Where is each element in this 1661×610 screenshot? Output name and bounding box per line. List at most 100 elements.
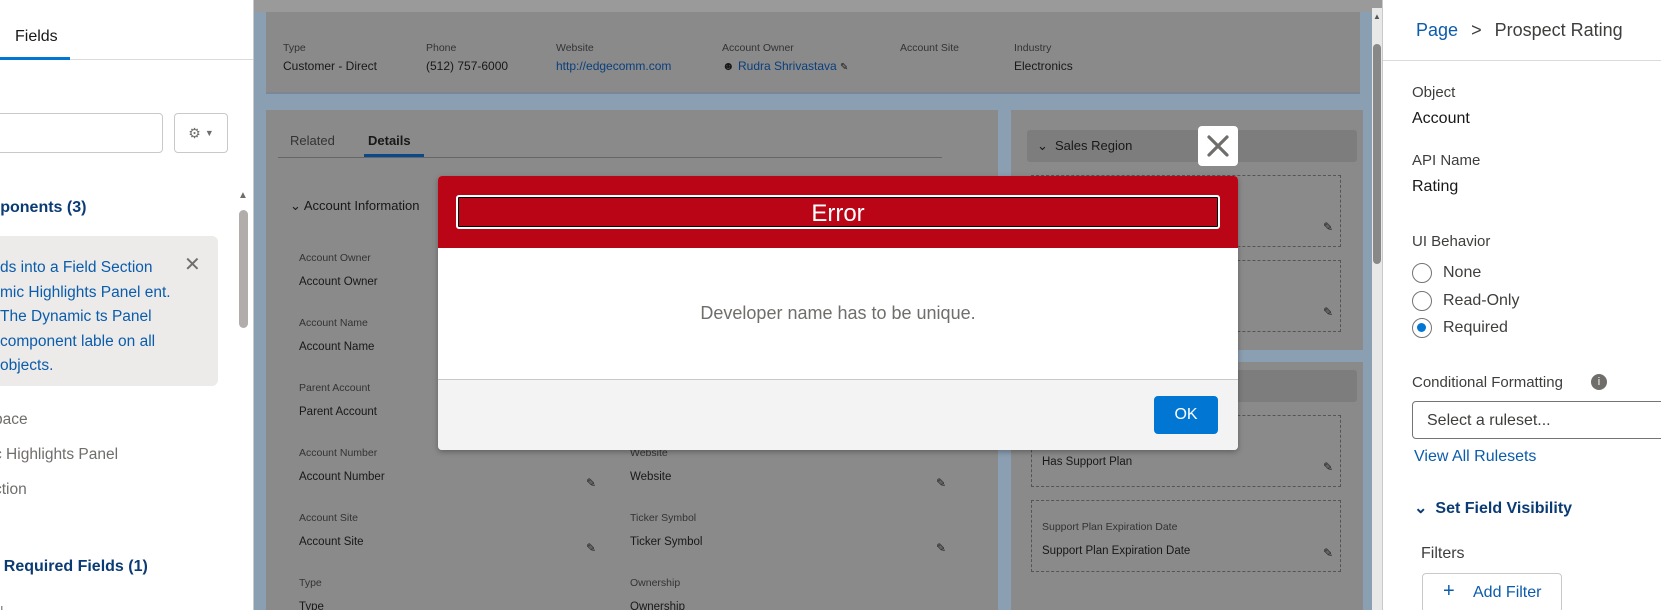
add-filter-button[interactable]: + Add Filter bbox=[1422, 573, 1562, 610]
pencil-icon[interactable]: ✎ bbox=[936, 476, 946, 490]
field-account-owner[interactable]: Account Owner Account Owner bbox=[299, 252, 378, 288]
section-sales-region[interactable]: ⌄ Sales Region bbox=[1027, 130, 1357, 162]
pencil-icon[interactable]: ✎ bbox=[586, 541, 596, 555]
component-item-4[interactable]: N bbox=[0, 603, 3, 610]
user-avatar-icon: ☻ bbox=[722, 59, 735, 73]
radio-read-only[interactable] bbox=[1412, 291, 1432, 311]
breadcrumb-separator: > bbox=[1471, 20, 1482, 40]
radio-none-label[interactable]: None bbox=[1443, 264, 1481, 282]
modal-close-button[interactable] bbox=[1198, 126, 1238, 166]
conditional-formatting-label: Conditional Formatting bbox=[1412, 374, 1563, 391]
canvas-scrollbar-thumb[interactable] bbox=[1373, 44, 1381, 264]
chevron-down-icon: ⌄ bbox=[290, 198, 301, 213]
chevron-down-icon: ⌄ bbox=[1037, 138, 1048, 153]
divider bbox=[1383, 60, 1661, 61]
object-value: Account bbox=[1412, 110, 1470, 127]
breadcrumb-current: Prospect Rating bbox=[1494, 20, 1623, 40]
field-account-site[interactable]: Account Site Account Site bbox=[299, 512, 364, 548]
modal-footer: OK bbox=[438, 380, 1238, 450]
component-item-2[interactable]: c Highlights Panel bbox=[0, 446, 118, 464]
highlight-label: Website bbox=[556, 42, 594, 54]
highlight-value: Electronics bbox=[1014, 59, 1073, 73]
radio-required[interactable] bbox=[1412, 318, 1432, 338]
set-field-visibility-toggle[interactable]: ⌄ Set Field Visibility bbox=[1414, 498, 1572, 518]
change-owner-icon[interactable]: ✎ bbox=[840, 62, 848, 73]
section-account-information[interactable]: ⌄ Account Information bbox=[290, 198, 419, 214]
highlight-label: Account Site bbox=[900, 42, 959, 54]
highlight-field: Type Customer - Direct bbox=[283, 42, 377, 73]
view-all-rulesets-link[interactable]: View All Rulesets bbox=[1414, 448, 1536, 466]
radio-none[interactable] bbox=[1412, 263, 1432, 283]
pencil-icon[interactable]: ✎ bbox=[586, 476, 596, 490]
field-type[interactable]: Type Type bbox=[299, 577, 324, 610]
section-title: Sales Region bbox=[1055, 138, 1133, 153]
website-link[interactable]: http://edgecomm.com bbox=[556, 59, 671, 73]
highlight-field: Account Owner ☻ Rudra Shrivastava ✎ bbox=[722, 42, 848, 73]
pencil-icon[interactable]: ✎ bbox=[1323, 460, 1333, 474]
highlight-field: Phone (512) 757-6000 bbox=[426, 42, 508, 73]
field-ticker-symbol[interactable]: Ticker Symbol Ticker Symbol bbox=[630, 512, 702, 548]
close-icon bbox=[1207, 135, 1229, 157]
highlight-field: Industry Electronics bbox=[1014, 42, 1073, 73]
object-label: Object bbox=[1412, 84, 1456, 101]
api-name-value: Rating bbox=[1412, 178, 1459, 195]
info-icon[interactable]: i bbox=[1591, 374, 1607, 390]
highlight-label: Phone bbox=[426, 42, 457, 54]
field-account-name[interactable]: Account Name Account Name bbox=[299, 317, 374, 353]
highlight-field: Website http://edgecomm.com bbox=[556, 42, 671, 73]
left-panel: Fields ⚙ ▼ ▲ mponents (3) ds into a Fiel… bbox=[0, 0, 254, 610]
active-tab-indicator bbox=[0, 57, 70, 60]
scroll-up-arrow[interactable]: ▲ bbox=[238, 190, 248, 201]
breadcrumb: Page > Prospect Rating bbox=[1416, 20, 1623, 41]
field-website[interactable]: Website Website bbox=[630, 447, 671, 483]
ui-behavior-label: UI Behavior bbox=[1412, 233, 1491, 250]
components-heading[interactable]: mponents (3) bbox=[0, 199, 86, 217]
api-name-label: API Name bbox=[1412, 152, 1481, 169]
chevron-down-icon: ▼ bbox=[204, 128, 214, 138]
radio-required-label[interactable]: Required bbox=[1443, 319, 1508, 337]
highlight-value: Customer - Direct bbox=[283, 59, 378, 73]
tab-related[interactable]: Related bbox=[290, 133, 335, 148]
highlight-label: Industry bbox=[1014, 42, 1052, 54]
ruleset-select[interactable]: Select a ruleset... bbox=[1412, 401, 1661, 439]
section-title: Account Information bbox=[303, 198, 420, 213]
scroll-up-arrow[interactable]: ▲ bbox=[1373, 12, 1381, 21]
ok-button[interactable]: OK bbox=[1154, 396, 1218, 434]
field-parent-account[interactable]: Parent Account Parent Account bbox=[299, 382, 377, 418]
radio-read-only-label[interactable]: Read-Only bbox=[1443, 292, 1519, 310]
left-scrollbar-thumb[interactable] bbox=[239, 210, 248, 328]
tab-fields[interactable]: Fields bbox=[15, 28, 58, 46]
field-support-plan-expiration[interactable]: Support Plan Expiration Date Support Pla… bbox=[1031, 500, 1341, 572]
filters-label: Filters bbox=[1421, 545, 1465, 562]
pencil-icon[interactable]: ✎ bbox=[1323, 546, 1333, 560]
canvas-scrollbar[interactable]: ▲ bbox=[1372, 8, 1382, 610]
modal-header: Error bbox=[438, 176, 1238, 248]
settings-menu-button[interactable]: ⚙ ▼ bbox=[174, 113, 228, 153]
chevron-down-icon: ⌄ bbox=[1414, 500, 1428, 517]
owner-link[interactable]: Rudra Shrivastava bbox=[738, 59, 837, 73]
tab-divider bbox=[278, 157, 942, 158]
left-tabs: Fields bbox=[0, 20, 253, 60]
component-item-1[interactable]: pace bbox=[0, 411, 28, 429]
modal-title: Error bbox=[811, 200, 865, 227]
highlight-value: (512) 757-6000 bbox=[426, 59, 509, 73]
field-search-input[interactable] bbox=[0, 113, 163, 153]
owner-value: ☻ Rudra Shrivastava ✎ bbox=[722, 59, 848, 73]
highlights-panel[interactable]: Type Customer - Direct Phone (512) 757-6… bbox=[266, 12, 1360, 94]
info-close-icon[interactable]: ✕ bbox=[184, 252, 201, 277]
tab-details[interactable]: Details bbox=[368, 133, 411, 148]
breadcrumb-page-link[interactable]: Page bbox=[1416, 20, 1458, 40]
component-item-3[interactable]: ction bbox=[0, 481, 27, 499]
field-ownership[interactable]: Ownership Ownership bbox=[630, 577, 685, 610]
error-modal: Error Developer name has to be unique. O… bbox=[438, 176, 1238, 450]
modal-title-focus: Error bbox=[456, 195, 1220, 229]
plus-icon: + bbox=[1443, 580, 1455, 602]
highlight-label: Type bbox=[283, 42, 306, 54]
properties-panel: Page > Prospect Rating Object Account AP… bbox=[1382, 0, 1661, 610]
pencil-icon[interactable]: ✎ bbox=[1323, 220, 1333, 234]
required-fields-heading[interactable]: ly Required Fields (1) bbox=[0, 558, 148, 576]
pencil-icon[interactable]: ✎ bbox=[1323, 305, 1333, 319]
highlight-label: Account Owner bbox=[722, 42, 794, 54]
pencil-icon[interactable]: ✎ bbox=[936, 541, 946, 555]
field-account-number[interactable]: Account Number Account Number bbox=[299, 447, 385, 483]
